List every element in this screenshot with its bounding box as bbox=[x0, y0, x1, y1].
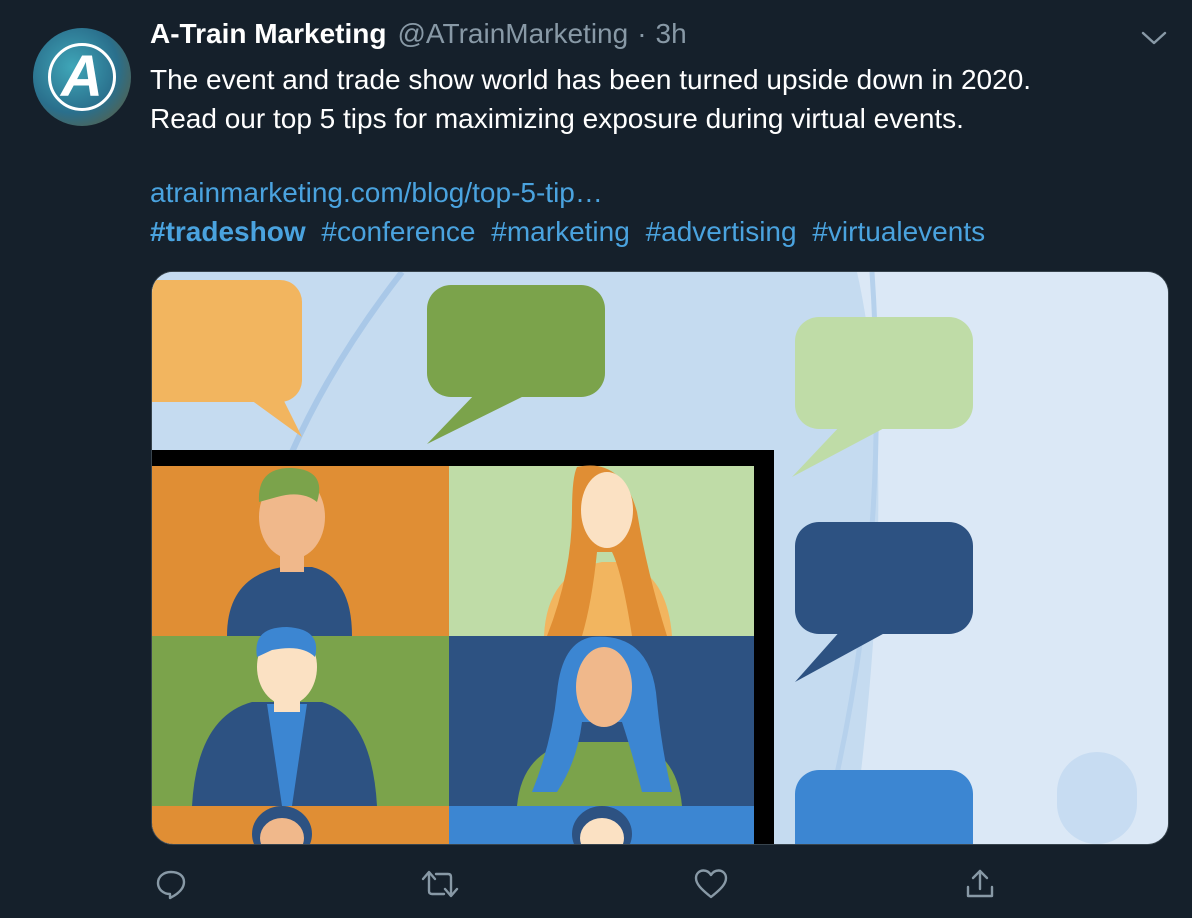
video-tile-2 bbox=[449, 465, 754, 636]
hashtag-advertising[interactable]: #advertising bbox=[646, 216, 797, 247]
share-icon[interactable] bbox=[960, 864, 1000, 904]
hashtag-tradeshow[interactable]: #tradeshow bbox=[150, 216, 306, 247]
separator-dot: · bbox=[637, 18, 647, 49]
tweet[interactable]: A A-Train Marketing @ATrainMarketing · 3… bbox=[0, 0, 1192, 918]
video-tile-1 bbox=[152, 466, 449, 636]
avatar-letter: A bbox=[61, 44, 103, 109]
tweet-actions bbox=[0, 860, 1192, 910]
hashtag-virtualevents[interactable]: #virtualevents bbox=[812, 216, 985, 247]
retweet-icon[interactable] bbox=[420, 864, 460, 904]
video-tile-6 bbox=[449, 806, 754, 844]
blog-link[interactable]: atrainmarketing.com/blog/top-5-tip… bbox=[150, 173, 603, 212]
tweet-text: The event and trade show world has been … bbox=[150, 60, 1160, 138]
author-name[interactable]: A-Train Marketing bbox=[150, 18, 386, 50]
virtual-meeting-illustration bbox=[152, 272, 1168, 844]
chevron-down-icon[interactable] bbox=[1140, 28, 1168, 48]
timestamp[interactable]: 3h bbox=[656, 18, 687, 50]
reply-icon[interactable] bbox=[151, 864, 191, 904]
video-tile-4 bbox=[449, 636, 754, 806]
tweet-header: A-Train Marketing @ATrainMarketing · 3h bbox=[150, 18, 687, 58]
video-tile-5 bbox=[152, 806, 449, 844]
hashtag-conference[interactable]: #conference bbox=[321, 216, 475, 247]
video-tile-3 bbox=[152, 627, 449, 806]
tweet-text-line: Read our top 5 tips for maximizing expos… bbox=[150, 103, 964, 134]
speech-bubble-blue bbox=[795, 770, 973, 844]
author-handle[interactable]: @ATrainMarketing bbox=[397, 18, 628, 50]
avatar[interactable]: A bbox=[33, 28, 131, 126]
hashtag-marketing[interactable]: #marketing bbox=[491, 216, 630, 247]
tweet-media-image[interactable] bbox=[151, 271, 1169, 845]
heart-icon[interactable] bbox=[691, 864, 731, 904]
hashtag-list: #tradeshow #conference #marketing #adver… bbox=[150, 212, 993, 251]
tweet-text-line: The event and trade show world has been … bbox=[150, 64, 1032, 95]
